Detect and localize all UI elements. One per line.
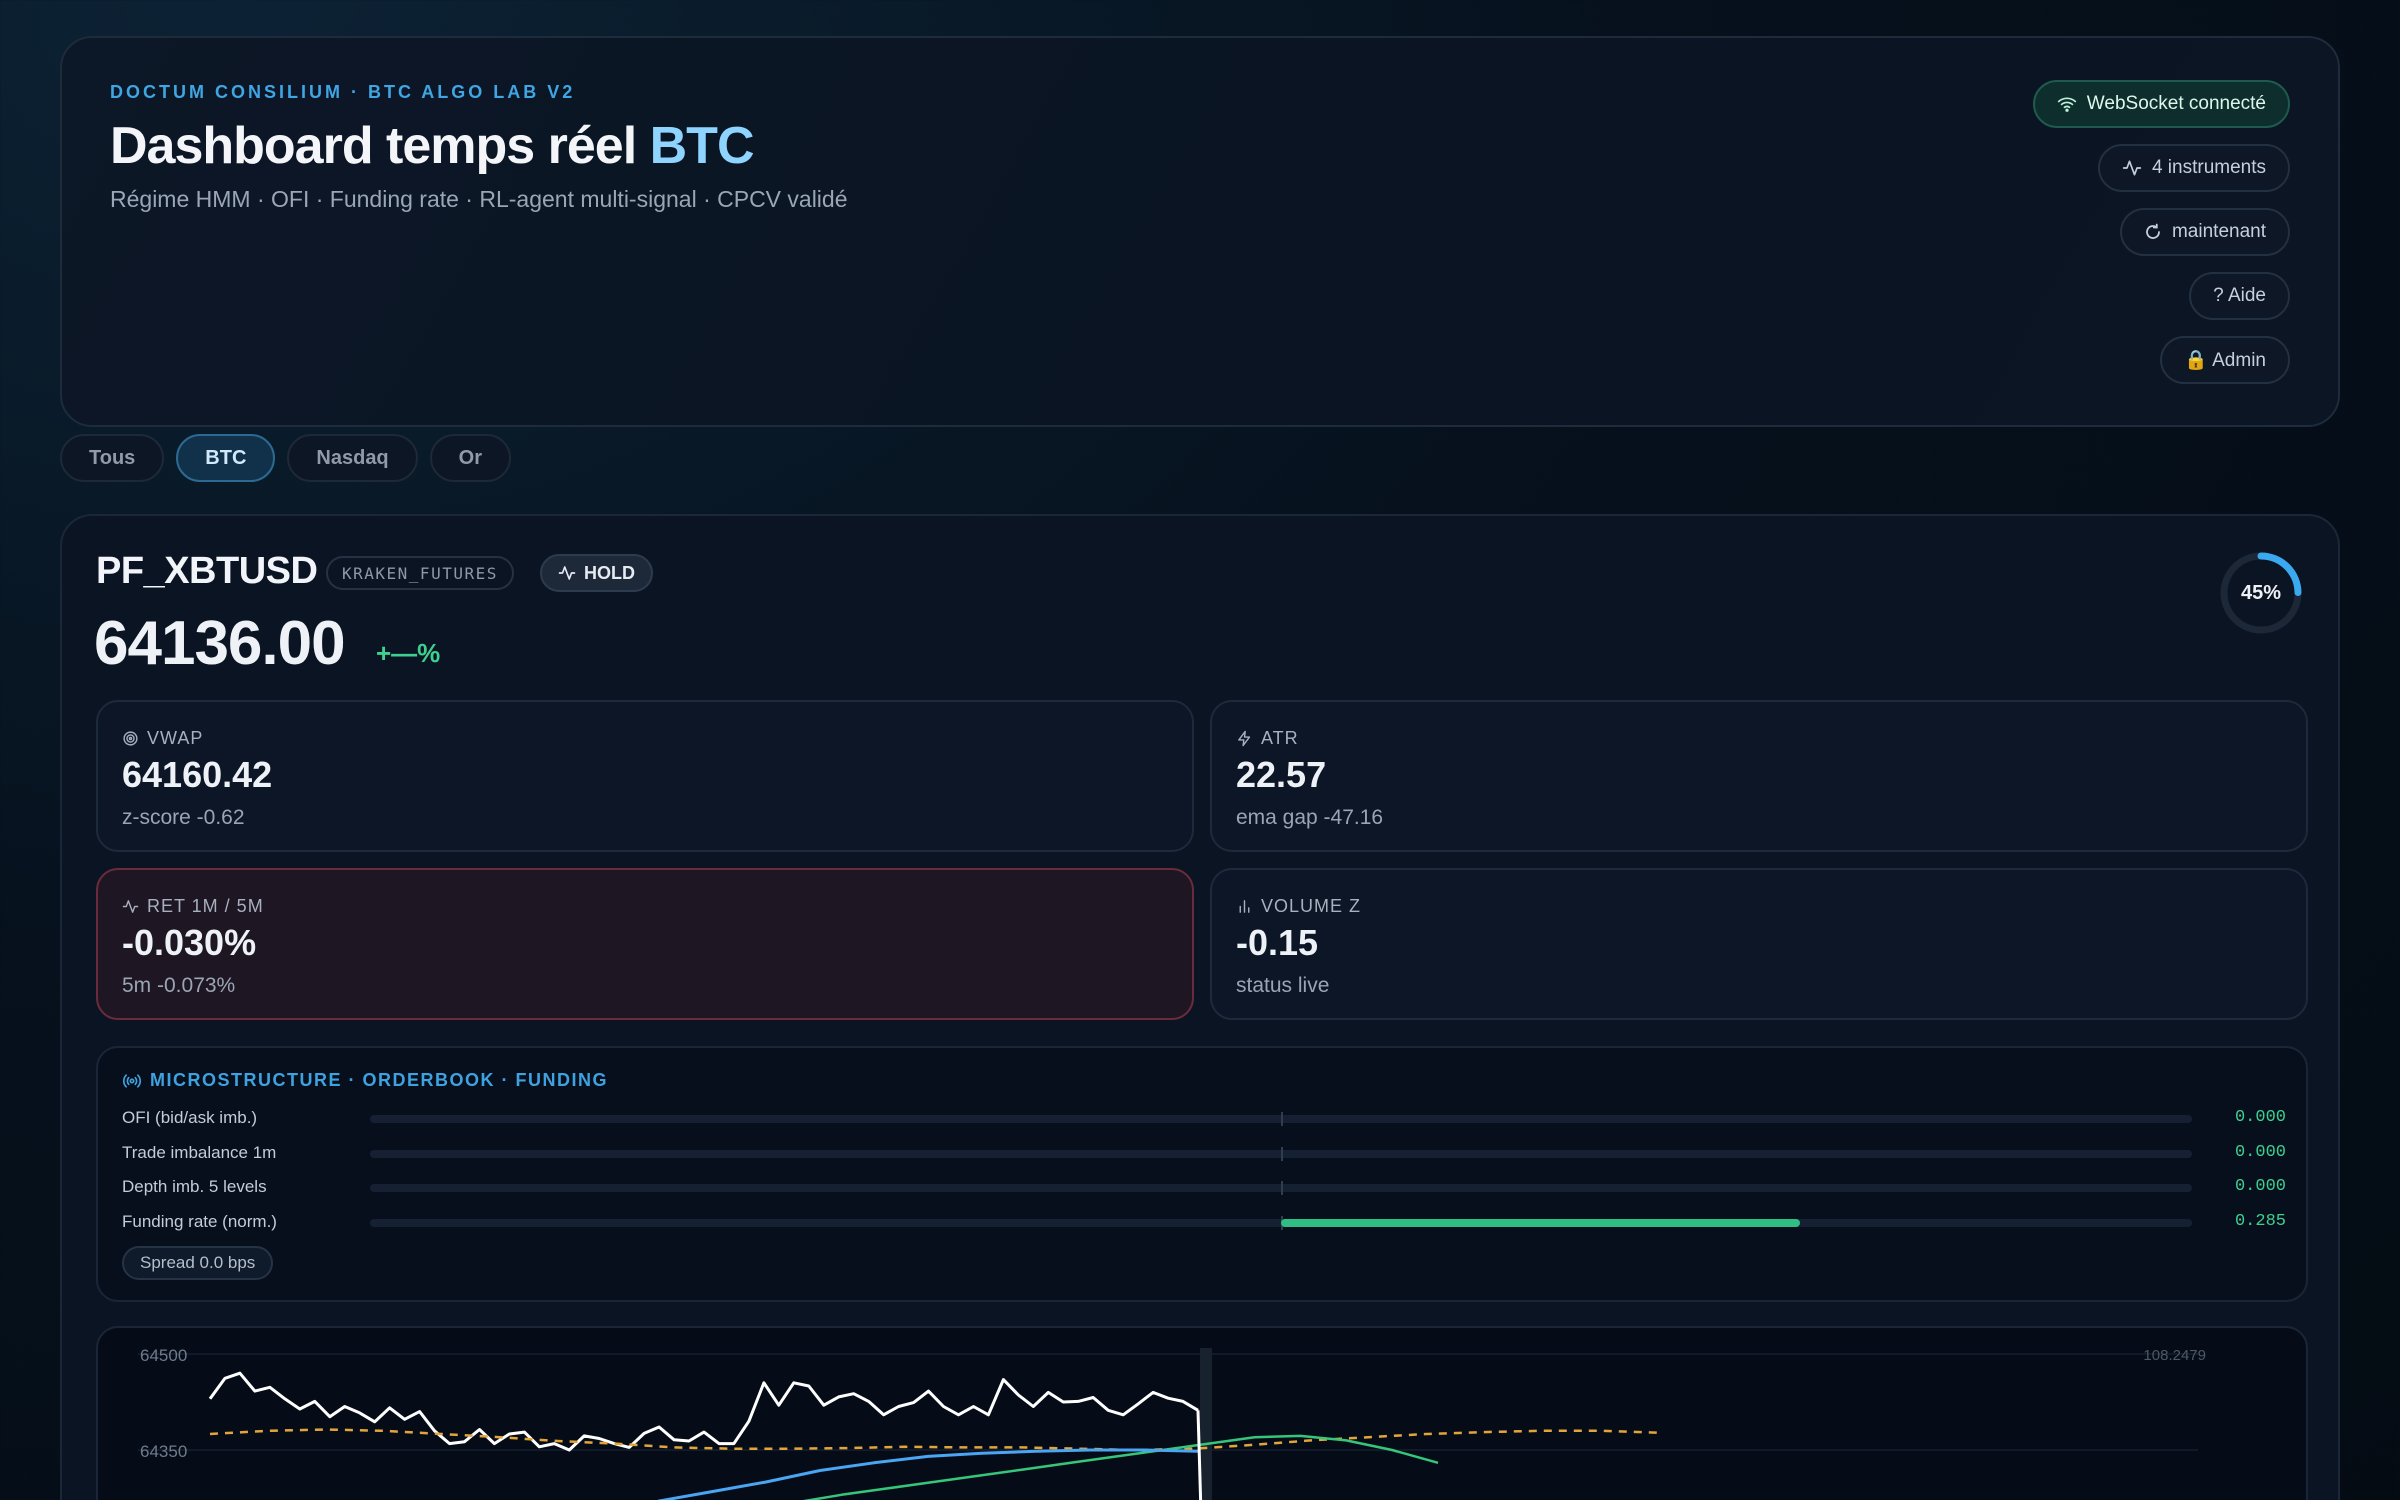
activity-icon [122,900,139,913]
dashboard-header: DOCTUM CONSILIUM · BTC ALGO LAB V2 Dashb… [60,36,2340,427]
metric-vwap-sub: z-score -0.62 [122,806,245,829]
spread-badge: Spread 0.0 bps [122,1246,274,1280]
bar-chart-icon [1239,900,1250,913]
metric-vwap-value: 64160.42 [122,754,273,795]
series-line-orange-dashed [209,1428,1659,1452]
microstructure-title: MICROSTRUCTURE · ORDERBOOK · FUNDING [150,1070,608,1090]
wifi-icon [2057,97,2076,112]
brand-eyebrow: DOCTUM CONSILIUM · BTC ALGO LAB V2 [110,82,576,102]
metric-returns-value: -0.030% [122,922,257,963]
y-right-label: 108.2479 [2143,1347,2206,1364]
instrument-card: PF_XBTUSD KRAKEN_FUTURES HOLD 64136.00 +… [60,514,2340,1500]
metric-atr: ATR 22.57 ema gap -47.16 [1210,700,2308,852]
micro-row-value: 0.000 [2234,1143,2286,1162]
price-chart-panel: 64500 64350 108.2479 [96,1326,2308,1500]
series-line-white [208,1371,1199,1452]
signal-label: HOLD [584,562,635,583]
metric-volume-z-label: VOLUME Z [1261,896,1362,916]
metric-atr-label: ATR [1261,728,1299,748]
microstructure-header: MICROSTRUCTURE · ORDERBOOK · FUNDING [122,1070,608,1091]
metric-vwap-label: VWAP [147,728,204,748]
microstructure-panel: MICROSTRUCTURE · ORDERBOOK · FUNDING OFI… [96,1046,2308,1302]
metric-volume-z-sub: status live [1236,974,1330,997]
micro-row-value: 0.000 [2234,1108,2286,1127]
page-title: Dashboard temps réel BTC [110,116,754,176]
exchange-badge: KRAKEN_FUTURES [326,556,514,590]
metric-vwap: VWAP 64160.42 z-score -0.62 [96,700,1194,852]
micro-row-value: 0.285 [2234,1212,2286,1231]
micro-row-track [370,1112,2192,1126]
signal-badge: HOLD [540,554,653,592]
page-title-main: Dashboard temps réel [110,117,650,175]
micro-row-track [370,1147,2192,1161]
admin-button[interactable]: 🔒 Admin [2160,336,2290,384]
micro-row-track [370,1181,2192,1195]
micro-row-depth-imbalance: Depth imb. 5 levels 0.000 [122,1173,2286,1203]
metric-vwap-header: VWAP [122,728,203,749]
y-tick-label: 64350 [140,1442,187,1461]
tab-or[interactable]: Or [429,434,511,482]
help-button[interactable]: ? Aide [2189,272,2290,320]
micro-row-track [370,1216,2192,1230]
tab-nasdaq[interactable]: Nasdaq [287,434,418,482]
metric-atr-value: 22.57 [1236,754,1327,795]
y-tick-label: 64500 [140,1346,187,1365]
metric-volume-z-value: -0.15 [1236,922,1319,963]
refresh-icon [2146,223,2160,239]
metric-returns: RET 1M / 5M -0.030% 5m -0.073% [96,868,1194,1020]
page-title-accent: BTC [649,117,755,175]
instruments-pill[interactable]: 4 instruments [2097,144,2290,192]
instruments-count: 4 instruments [2151,157,2266,178]
confidence-label: 45% [2240,581,2282,604]
metric-returns-header: RET 1M / 5M [122,896,264,917]
admin-label: 🔒 Admin [2184,350,2266,371]
websocket-status-label: WebSocket connecté [2086,93,2266,114]
page-subtitle: Régime HMM · OFI · Funding rate · RL-age… [110,186,848,212]
tab-tous[interactable]: Tous [60,434,165,482]
chart-series-group [208,1371,1659,1500]
micro-row-funding-rate: Funding rate (norm.) 0.285 [122,1208,2286,1238]
activity-icon [2122,160,2142,176]
last-price: 64136.00 [94,609,346,678]
metric-volume-z-header: VOLUME Z [1236,896,1361,917]
help-label: ? Aide [2213,285,2266,306]
metric-returns-sub: 5m -0.073% [122,974,236,997]
zap-icon [1238,730,1251,747]
chart-cursor [1200,1348,1212,1500]
metric-atr-sub: ema gap -47.16 [1236,806,1384,829]
micro-row-label: Funding rate (norm.) [122,1212,277,1231]
micro-row-trade-imbalance: Trade imbalance 1m 0.000 [122,1139,2286,1169]
micro-row-label: OFI (bid/ask imb.) [122,1108,258,1127]
micro-row-value: 0.000 [2234,1177,2286,1196]
activity-icon [558,566,576,580]
metric-atr-header: ATR [1236,728,1299,749]
instrument-filter-tabs: Tous BTC Nasdaq Or [60,434,511,482]
price-change: +—% [376,638,441,668]
micro-row-label: Trade imbalance 1m [122,1143,277,1162]
micro-row-ofi: OFI (bid/ask imb.) 0.000 [122,1104,2286,1134]
price-chart[interactable]: 64500 64350 108.2479 [98,1328,2308,1500]
refresh-pill[interactable]: maintenant [2119,208,2290,256]
tab-btc[interactable]: BTC [176,434,276,482]
metric-volume-z: VOLUME Z -0.15 status live [1210,868,2308,1020]
target-icon [123,731,138,746]
broadcast-icon [122,1073,142,1088]
websocket-status-pill[interactable]: WebSocket connecté [2032,80,2290,128]
last-updated-label: maintenant [2171,221,2266,242]
instrument-symbol: PF_XBTUSD [96,550,318,592]
metric-returns-label: RET 1M / 5M [147,896,264,916]
series-line-green [802,1434,1439,1500]
micro-row-label: Depth imb. 5 levels [122,1177,267,1196]
